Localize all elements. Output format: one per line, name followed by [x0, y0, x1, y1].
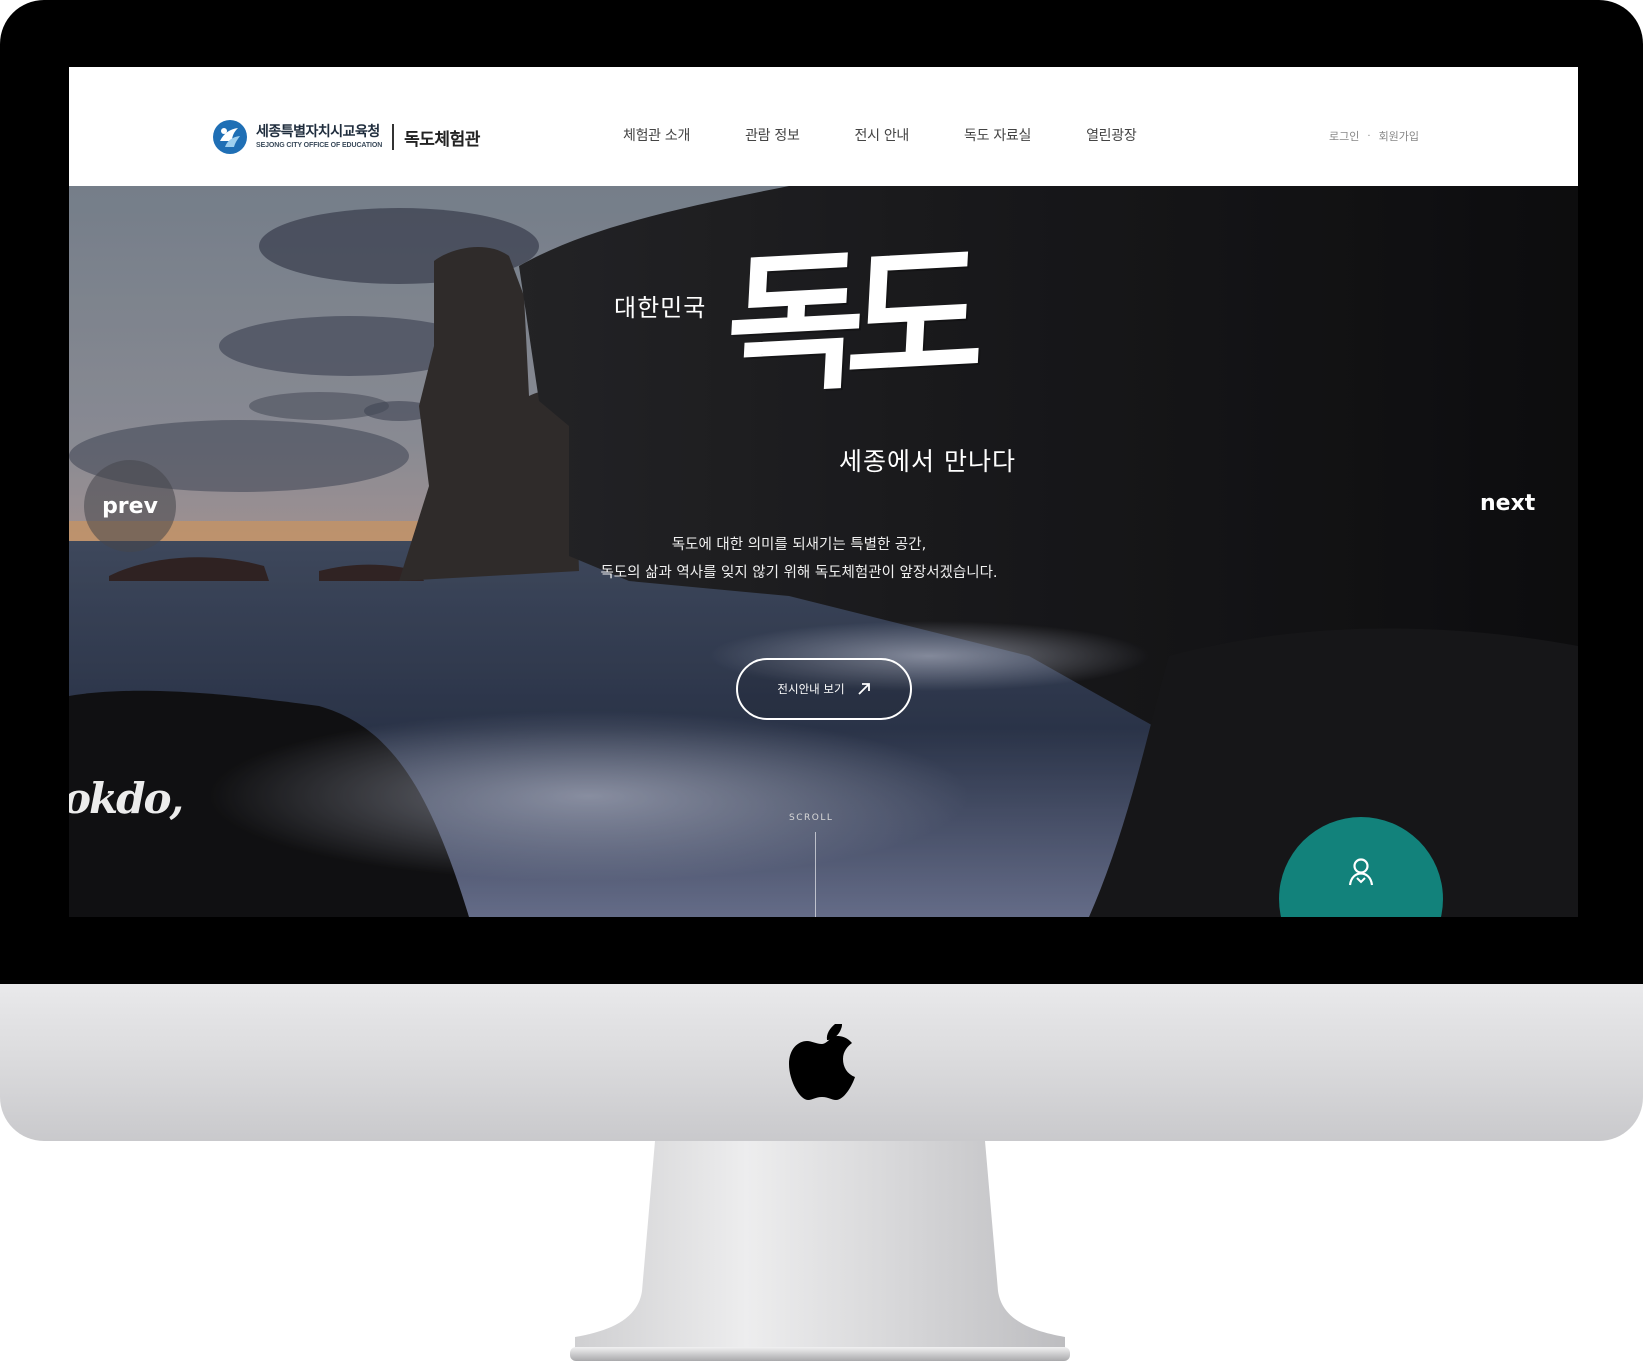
screen: 세종특별자치시교육청 SEJONG CITY OFFICE OF EDUCATI…	[69, 67, 1578, 917]
hero-desc-line1: 독도에 대한 의미를 되새기는 특별한 공간,	[671, 537, 927, 553]
logo-org-ko: 세종특별자치시교육청	[256, 124, 380, 140]
nav-item-archive[interactable]: 독도 자료실	[964, 125, 1031, 145]
exhibition-guide-button[interactable]: 전시안내 보기	[736, 658, 912, 720]
nav-item-about[interactable]: 체험관 소개	[623, 125, 690, 145]
hero-title-small: 대한민국	[614, 294, 707, 322]
signup-link[interactable]: 회원가입	[1379, 128, 1419, 144]
hero-title-big: 독도	[721, 226, 973, 416]
prev-slide-button[interactable]: prev	[84, 460, 176, 552]
logo-divider	[392, 124, 395, 150]
arrow-up-right-icon	[857, 683, 870, 695]
site-logo[interactable]: 세종특별자치시교육청 SEJONG CITY OFFICE OF EDUCATI…	[212, 119, 480, 155]
cta-label: 전시안내 보기	[777, 682, 845, 696]
hero-title-sub: 세종에서 만나다	[839, 447, 1016, 476]
scroll-indicator-line	[815, 832, 816, 917]
hero-description: 독도에 대한 의미를 되새기는 특별한 공간, 독도의 삶과 역사를 잊지 않기…	[469, 531, 1129, 587]
user-icon	[1348, 858, 1374, 886]
monitor-stand	[570, 1141, 1070, 1361]
nav-item-community[interactable]: 열린광장	[1086, 125, 1137, 145]
logo-site-name: 독도체험관	[404, 129, 480, 150]
imac-device: 세종특별자치시교육청 SEJONG CITY OFFICE OF EDUCATI…	[0, 0, 1643, 1367]
nav-item-visit-info[interactable]: 관람 정보	[745, 125, 800, 145]
logo-text: 세종특별자치시교육청 SEJONG CITY OFFICE OF EDUCATI…	[256, 124, 382, 150]
dokdo-watermark-logo: okdo,	[69, 774, 184, 823]
nav-item-exhibition[interactable]: 전시 안내	[855, 125, 910, 145]
scroll-indicator-label: SCROLL	[789, 813, 834, 823]
login-link[interactable]: 로그인	[1329, 128, 1359, 144]
hero-slider: prev next 대한민국 독도 세종에서 만나다 독도에 대한 의미를 되새…	[69, 186, 1578, 917]
next-slide-button[interactable]: next	[1480, 491, 1535, 516]
apple-logo-icon	[789, 1024, 855, 1100]
main-nav: 체험관 소개 관람 정보 전시 안내 독도 자료실 열린광장	[623, 125, 1191, 145]
site-header: 세종특별자치시교육청 SEJONG CITY OFFICE OF EDUCATI…	[69, 67, 1578, 186]
logo-org-en: SEJONG CITY OFFICE OF EDUCATION	[256, 142, 383, 149]
education-emblem-icon	[213, 120, 247, 154]
util-separator: ·	[1367, 130, 1371, 142]
util-links: 로그인 · 회원가입	[1329, 128, 1419, 144]
hero-desc-line2: 독도의 삶과 역사를 잊지 않기 위해 독도체험관이 앞장서겠습니다.	[600, 565, 998, 581]
